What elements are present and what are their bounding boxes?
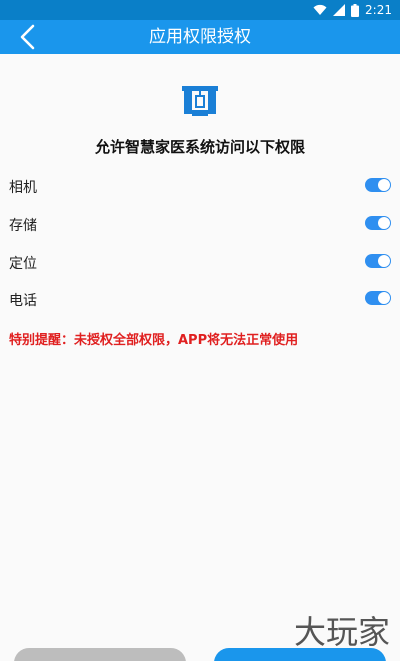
- status-icons: 2:21: [313, 2, 392, 18]
- camera-toggle[interactable]: [365, 178, 391, 192]
- wifi-icon: [313, 4, 327, 15]
- toggle-knob: [378, 179, 390, 191]
- watermark: 大玩家: [293, 613, 390, 651]
- phone-toggle[interactable]: [365, 291, 391, 305]
- signal-icon: [333, 4, 346, 16]
- back-button[interactable]: [14, 23, 44, 51]
- permission-row-camera: 相机: [0, 171, 400, 201]
- permission-headline: 允许智慧家医系统访问以下权限: [94, 138, 305, 156]
- permission-label: 电话: [9, 293, 37, 309]
- app-logo-icon: [182, 86, 218, 116]
- permission-row-location: 定位: [0, 247, 400, 277]
- permission-label: 相机: [9, 180, 37, 196]
- secondary-button[interactable]: [14, 648, 186, 661]
- toggle-knob: [378, 217, 390, 229]
- storage-toggle[interactable]: [365, 216, 391, 230]
- app-bar: 应用权限授权: [0, 20, 400, 54]
- primary-button[interactable]: [214, 648, 386, 661]
- warning-text: 特别提醒：未授权全部权限，APP将无法正常使用: [9, 333, 299, 348]
- toggle-knob: [378, 292, 390, 304]
- chevron-left-icon: [20, 24, 35, 50]
- page-title: 应用权限授权: [149, 27, 251, 47]
- permission-row-phone: 电话: [0, 284, 400, 314]
- permission-screen: 2:21 应用权限授权 允许智慧家医系统访问以下权限 相机 存储 定位 电话 特…: [0, 0, 400, 661]
- permission-label: 存储: [9, 218, 37, 234]
- toggle-knob: [378, 255, 390, 267]
- permission-label: 定位: [9, 256, 37, 272]
- status-time: 2:21: [365, 3, 392, 17]
- battery-icon: [351, 3, 360, 17]
- location-toggle[interactable]: [365, 254, 391, 268]
- status-bar: 2:21: [0, 0, 400, 20]
- permission-row-storage: 存储: [0, 209, 400, 239]
